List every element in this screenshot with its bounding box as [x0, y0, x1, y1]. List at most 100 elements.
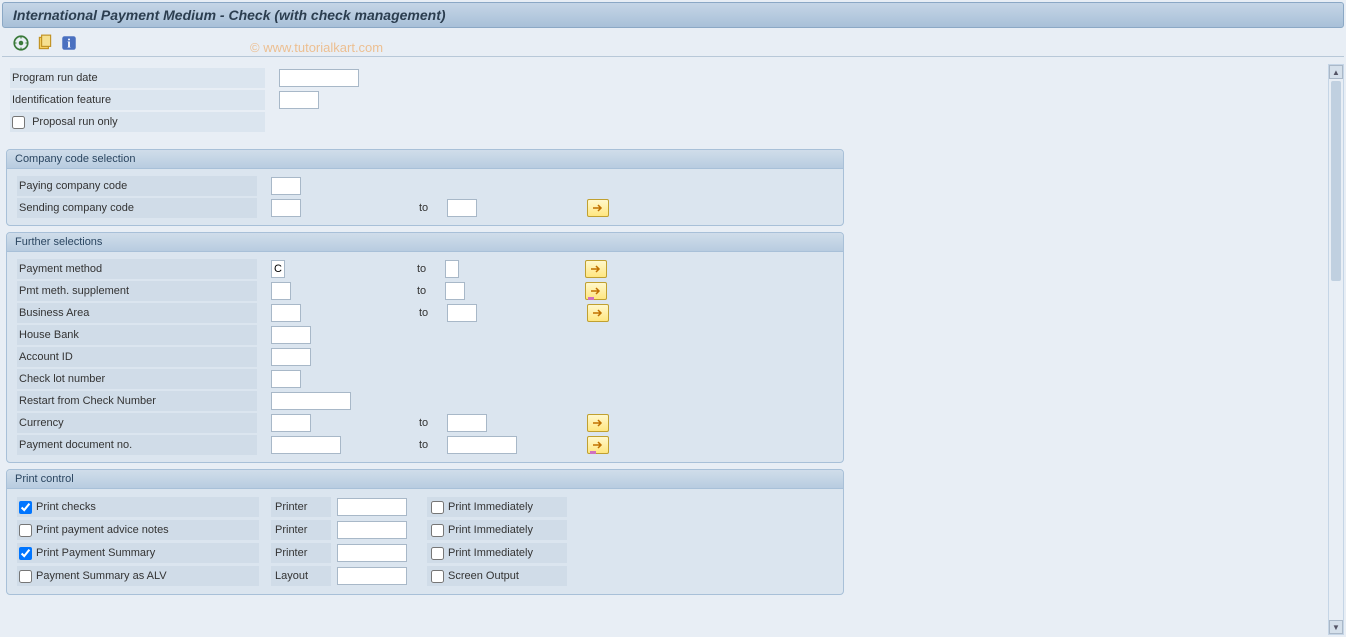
print-option-checkbox[interactable]	[19, 570, 32, 583]
printer-layout-input[interactable]	[337, 498, 407, 516]
svg-text:i: i	[67, 37, 71, 51]
currency-label: Currency	[17, 413, 257, 433]
scroll-up-icon[interactable]: ▲	[1329, 65, 1343, 79]
print-option-label: Print checks	[36, 501, 96, 513]
restart-from-check-number-label: Restart from Check Number	[17, 391, 257, 411]
sending-company-code-from-input[interactable]	[271, 199, 301, 217]
business-area-to-input[interactable]	[447, 304, 477, 322]
printer-layout-input[interactable]	[337, 544, 407, 562]
multiple-selection-button[interactable]	[587, 304, 609, 322]
group-further-selections-header: Further selections	[7, 233, 843, 252]
account-id-input[interactable]	[271, 348, 311, 366]
pmt-meth-supplement-from-input[interactable]	[271, 282, 291, 300]
group-company-code-header: Company code selection	[7, 150, 843, 169]
info-icon[interactable]: i	[60, 34, 78, 52]
print-right-option-wrap: Print Immediately	[427, 543, 567, 563]
print-right-option-wrap: Print Immediately	[427, 520, 567, 540]
payment-method-label: Payment method	[17, 259, 257, 279]
pmt-meth-supplement-to-input[interactable]	[445, 282, 465, 300]
program-run-date-label: Program run date	[10, 68, 265, 88]
payment-document-no-label: Payment document no.	[17, 435, 257, 455]
multiple-selection-button[interactable]	[585, 282, 607, 300]
restart-from-check-number-input[interactable]	[271, 392, 351, 410]
print-control-row: Payment Summary as ALV Layout Screen Outpu…	[17, 565, 833, 587]
to-label: to	[419, 202, 439, 214]
content-area: Program run date Identification feature …	[0, 65, 1346, 595]
printer-layout-input[interactable]	[337, 521, 407, 539]
business-area-label: Business Area	[17, 303, 257, 323]
scroll-thumb[interactable]	[1331, 81, 1341, 281]
print-right-checkbox[interactable]	[431, 501, 444, 514]
print-right-checkbox[interactable]	[431, 547, 444, 560]
to-label: to	[417, 263, 437, 275]
printer-layout-label: Printer	[271, 520, 331, 540]
pmt-meth-supplement-label: Pmt meth. supplement	[17, 281, 257, 301]
group-print-control-header: Print control	[7, 470, 843, 489]
print-option-checkbox[interactable]	[19, 547, 32, 560]
currency-to-input[interactable]	[447, 414, 487, 432]
identification-feature-label: Identification feature	[10, 90, 265, 110]
paying-company-code-input[interactable]	[271, 177, 301, 195]
get-variant-icon[interactable]	[36, 34, 54, 52]
currency-from-input[interactable]	[271, 414, 311, 432]
multiple-selection-button[interactable]	[585, 260, 607, 278]
payment-method-to-input[interactable]	[445, 260, 459, 278]
print-option-label-wrap: Print checks	[17, 497, 259, 517]
page-title: International Payment Medium - Check (wi…	[2, 2, 1344, 28]
print-right-label: Print Immediately	[448, 524, 533, 536]
house-bank-label: House Bank	[17, 325, 257, 345]
print-control-row: Print Payment Summary Printer Print Immedi…	[17, 542, 833, 564]
sending-company-code-label: Sending company code	[17, 198, 257, 218]
proposal-run-only-label: Proposal run only	[32, 116, 118, 128]
check-lot-number-label: Check lot number	[17, 369, 257, 389]
group-company-code: Company code selection Paying company co…	[6, 149, 844, 226]
print-right-option-wrap: Print Immediately	[427, 497, 567, 517]
print-right-label: Print Immediately	[448, 501, 533, 513]
print-control-row: Print payment advice notes Printer Print I…	[17, 519, 833, 541]
print-option-checkbox[interactable]	[19, 524, 32, 537]
program-run-date-input[interactable]	[279, 69, 359, 87]
to-label: to	[419, 307, 439, 319]
to-label: to	[419, 439, 439, 451]
scroll-down-icon[interactable]: ▼	[1329, 620, 1343, 634]
execute-icon[interactable]	[12, 34, 30, 52]
print-option-label: Print payment advice notes	[36, 524, 169, 536]
proposal-run-only-wrap: Proposal run only	[10, 112, 265, 132]
print-option-label-wrap: Print payment advice notes	[17, 520, 259, 540]
printer-layout-label: Layout	[271, 566, 331, 586]
print-option-label: Payment Summary as ALV	[36, 570, 167, 582]
to-label: to	[419, 417, 439, 429]
printer-layout-label: Printer	[271, 497, 331, 517]
multiple-selection-button[interactable]	[587, 436, 609, 454]
multiple-selection-button[interactable]	[587, 199, 609, 217]
print-option-label-wrap: Print Payment Summary	[17, 543, 259, 563]
house-bank-input[interactable]	[271, 326, 311, 344]
print-right-label: Screen Output	[448, 570, 519, 582]
print-option-label-wrap: Payment Summary as ALV	[17, 566, 259, 586]
printer-layout-label: Printer	[271, 543, 331, 563]
print-right-option-wrap: Screen Output	[427, 566, 567, 586]
to-label: to	[417, 285, 437, 297]
sending-company-code-to-input[interactable]	[447, 199, 477, 217]
paying-company-code-label: Paying company code	[17, 176, 257, 196]
account-id-label: Account ID	[17, 347, 257, 367]
print-control-row: Print checks Printer Print Immediately	[17, 496, 833, 518]
proposal-run-only-checkbox[interactable]	[12, 116, 25, 129]
print-right-checkbox[interactable]	[431, 570, 444, 583]
print-right-checkbox[interactable]	[431, 524, 444, 537]
payment-method-from-input[interactable]	[271, 260, 285, 278]
payment-document-no-from-input[interactable]	[271, 436, 341, 454]
identification-feature-input[interactable]	[279, 91, 319, 109]
multiple-selection-button[interactable]	[587, 414, 609, 432]
vertical-scrollbar[interactable]: ▲ ▼	[1328, 64, 1344, 635]
check-lot-number-input[interactable]	[271, 370, 301, 388]
print-right-label: Print Immediately	[448, 547, 533, 559]
business-area-from-input[interactable]	[271, 304, 301, 322]
printer-layout-input[interactable]	[337, 567, 407, 585]
print-option-checkbox[interactable]	[19, 501, 32, 514]
payment-document-no-to-input[interactable]	[447, 436, 517, 454]
group-print-control: Print control Print checks Printer Print I…	[6, 469, 844, 595]
toolbar: i	[2, 30, 1344, 57]
print-option-label: Print Payment Summary	[36, 547, 155, 559]
group-further-selections: Further selections Payment method to Pmt…	[6, 232, 844, 463]
